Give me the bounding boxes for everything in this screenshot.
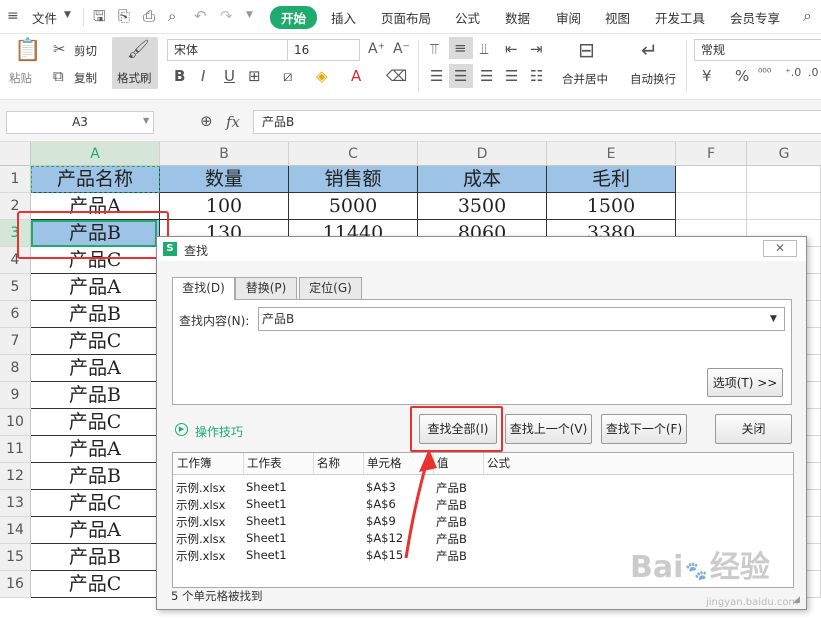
tab-find[interactable]: 查找(D) — [172, 277, 235, 300]
paw-icon: 🐾 — [685, 561, 708, 582]
annotation-arrow — [404, 449, 437, 559]
watermark-url: jingyan.baidu.com — [706, 597, 799, 608]
arrow-shaft — [404, 457, 430, 559]
arrow-head — [419, 449, 437, 472]
watermark-logo: Bai 🐾经验 — [630, 550, 770, 585]
